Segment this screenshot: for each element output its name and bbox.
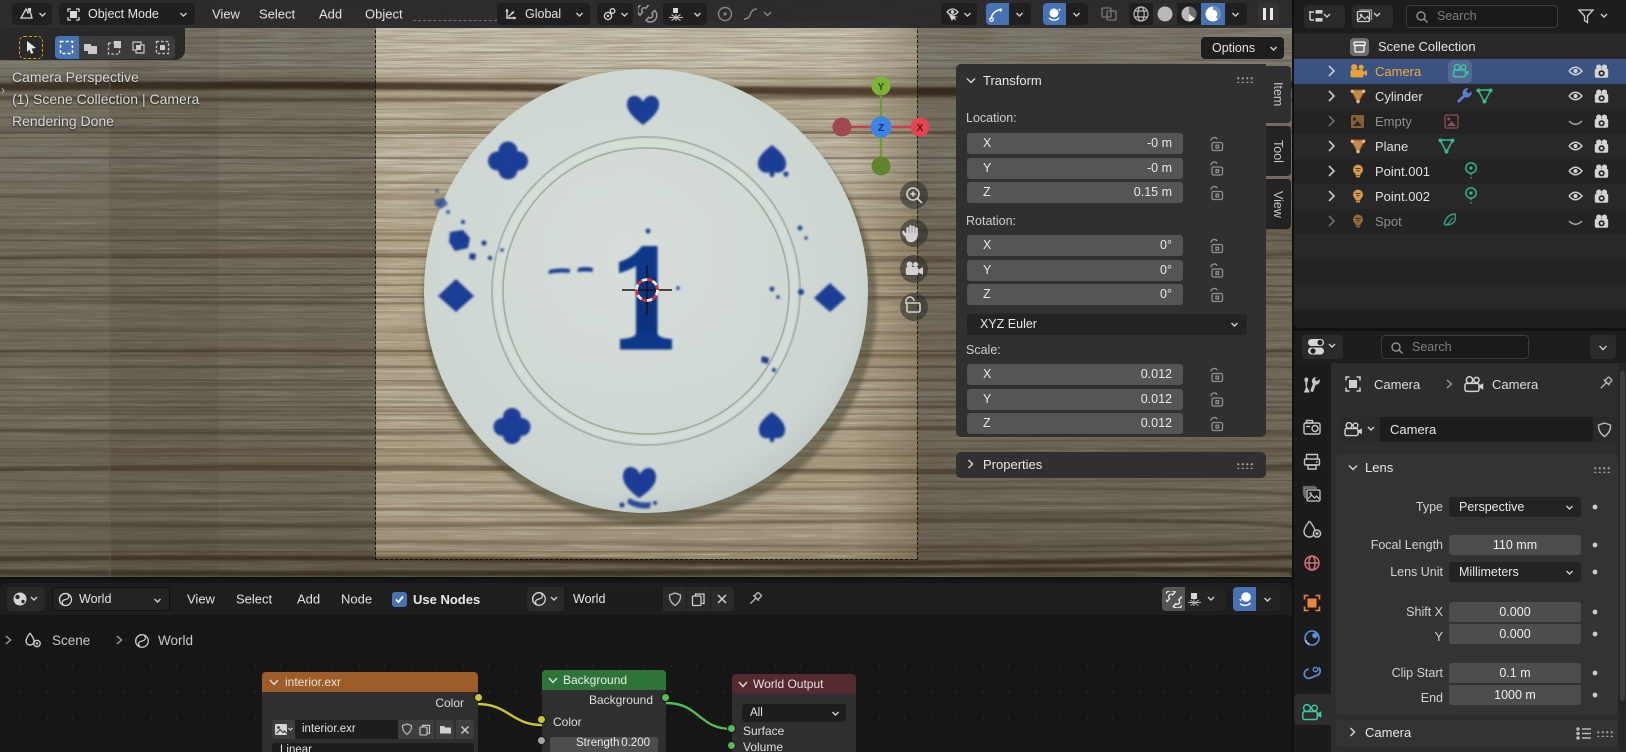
svg-text:Z: Z xyxy=(878,123,884,134)
svg-text:X: X xyxy=(917,123,924,134)
svg-text:Y: Y xyxy=(878,82,885,93)
